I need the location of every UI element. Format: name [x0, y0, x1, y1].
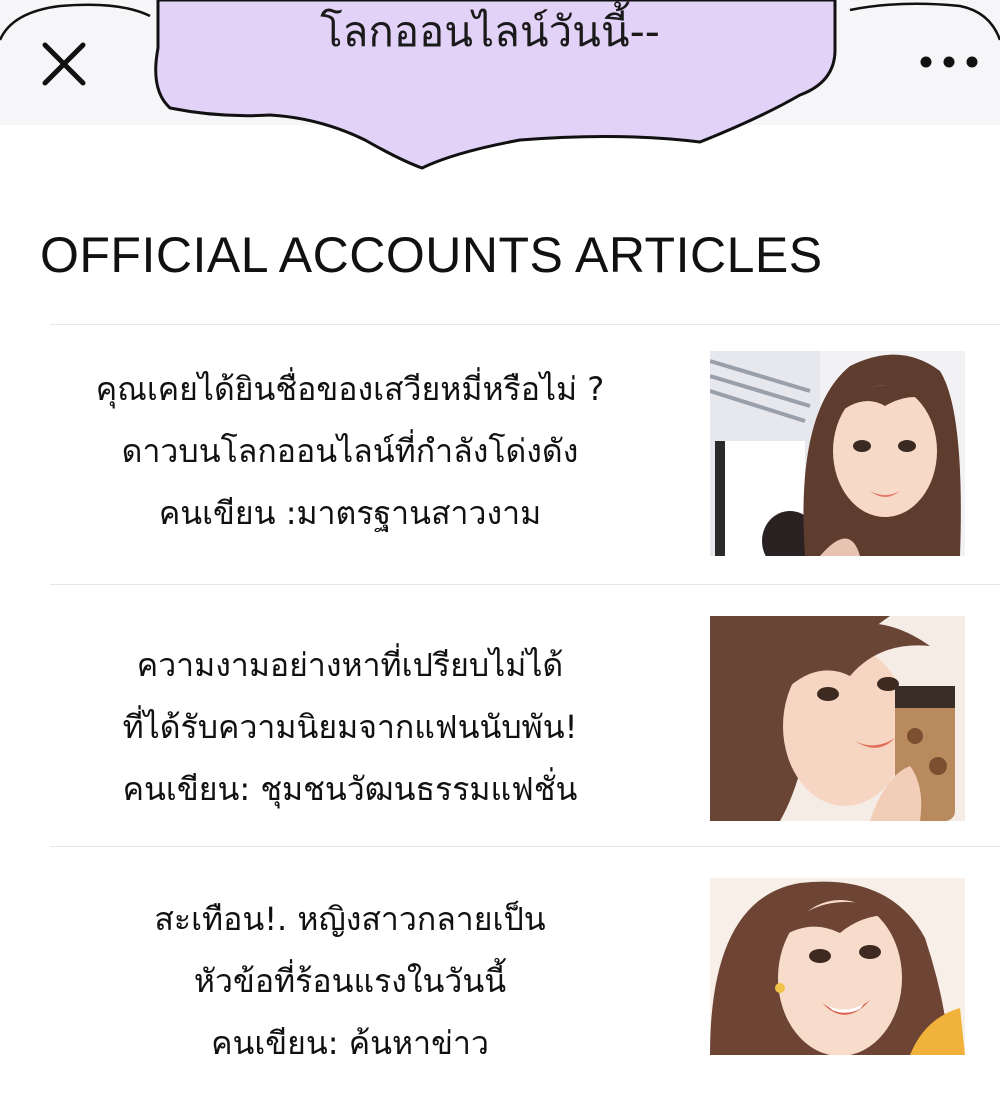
article-thumbnail	[710, 351, 965, 556]
article-subheadline: ดาวบนโลกออนไลน์ที่กำลังโด่งดัง	[121, 432, 579, 470]
speech-bubble-text: โลกออนไลน์วันนี้--	[320, 7, 660, 56]
section-title: OFFICIAL ACCOUNTS ARTICLES	[40, 227, 823, 283]
article-text: คุณเคยได้ยินชื่อของเสวียหมี่หรือไม่ ? ดา…	[40, 358, 660, 544]
more-horizontal-icon	[920, 56, 978, 68]
article-subheadline: ที่ได้รับความนิยมจากแฟนนับพัน!	[122, 708, 578, 746]
article-subheadline: หัวข้อที่ร้อนแรงในวันนี้	[193, 962, 507, 1000]
woman-with-drink-image	[710, 616, 965, 821]
divider	[50, 846, 1000, 847]
article-headline: ความงามอย่างหาที่เปรียบไม่ได้	[136, 646, 564, 684]
more-options-button[interactable]	[916, 42, 982, 82]
close-icon	[42, 42, 86, 86]
woman-portrait-image	[710, 351, 965, 556]
article-text: สะเทือน!. หญิงสาวกลายเป็น หัวข้อที่ร้อนแ…	[40, 888, 660, 1074]
article-headline: สะเทือน!. หญิงสาวกลายเป็น	[154, 900, 546, 938]
article-headline: คุณเคยได้ยินชื่อของเสวียหมี่หรือไม่ ?	[95, 370, 605, 408]
divider	[50, 584, 1000, 585]
article-item[interactable]: คุณเคยได้ยินชื่อของเสวียหมี่หรือไม่ ? ดา…	[0, 326, 1000, 588]
smiling-woman-image	[710, 878, 965, 1055]
article-author: คนเขียน: ค้นหาข่าว	[211, 1024, 489, 1062]
article-item[interactable]: สะเทือน!. หญิงสาวกลายเป็น หัวข้อที่ร้อนแ…	[0, 848, 1000, 1110]
close-button[interactable]	[38, 38, 90, 90]
article-thumbnail	[710, 616, 965, 821]
article-text: ความงามอย่างหาที่เปรียบไม่ได้ ที่ได้รับค…	[40, 634, 660, 820]
divider	[50, 324, 1000, 325]
article-author: คนเขียน: ชุมชนวัฒนธรรมแฟชั่น	[122, 770, 578, 808]
article-item[interactable]: ความงามอย่างหาที่เปรียบไม่ได้ ที่ได้รับค…	[0, 586, 1000, 848]
article-author: คนเขียน :มาตรฐานสาวงาม	[158, 494, 542, 532]
article-thumbnail	[710, 878, 965, 1055]
